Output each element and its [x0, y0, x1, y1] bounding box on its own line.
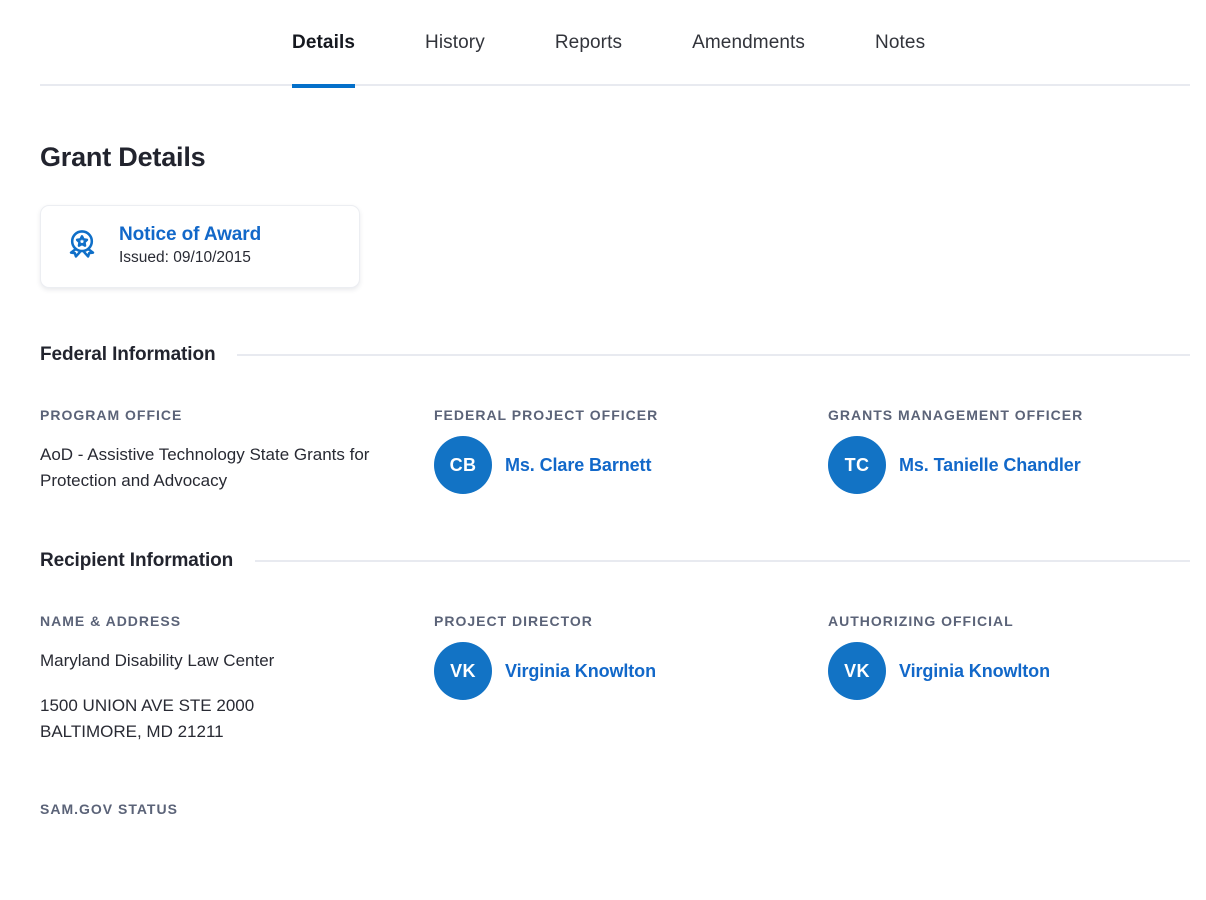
federal-project-officer-field: FEDERAL PROJECT OFFICER CB Ms. Clare Bar… [434, 407, 828, 494]
authorizing-official-name[interactable]: Virginia Knowlton [899, 661, 1050, 682]
federal-project-officer-person[interactable]: CB Ms. Clare Barnett [434, 436, 828, 494]
recipient-information-heading: Recipient Information [40, 550, 234, 571]
authorizing-official-field: AUTHORIZING OFFICIAL VK Virginia Knowlto… [828, 613, 1190, 817]
federal-project-officer-label: FEDERAL PROJECT OFFICER [434, 407, 659, 423]
grant-details-page: Details History Reports Amendments Notes… [0, 0, 1206, 900]
name-address-label: NAME & ADDRESS [40, 613, 182, 629]
award-card-title: Notice of Award [119, 224, 262, 245]
tab-notes-label: Notes [875, 32, 926, 53]
avatar: TC [828, 436, 886, 494]
recipient-org-name: Maryland Disability Law Center [40, 651, 275, 670]
page-title: Grant Details [40, 142, 206, 172]
recipient-information-grid: NAME & ADDRESS Maryland Disability Law C… [40, 613, 1190, 817]
tab-reports-label: Reports [554, 32, 623, 53]
project-director-name[interactable]: Virginia Knowlton [505, 661, 656, 682]
tab-details-label: Details [292, 32, 356, 53]
notice-of-award-card[interactable]: Notice of Award Issued: 09/10/2015 [40, 205, 360, 288]
authorizing-official-person[interactable]: VK Virginia Knowlton [828, 642, 1190, 700]
grants-management-officer-field: GRANTS MANAGEMENT OFFICER TC Ms. Taniell… [828, 407, 1190, 494]
program-office-field: PROGRAM OFFICE AoD - Assistive Technolog… [40, 407, 434, 494]
recipient-information-header: Recipient Information [40, 550, 1190, 572]
avatar: VK [828, 642, 886, 700]
award-card-issued-date: Issued: 09/10/2015 [119, 249, 251, 266]
sam-gov-status-label: SAM.GOV STATUS [40, 801, 178, 817]
recipient-address: 1500 UNION AVE STE 2000 BALTIMORE, MD 21… [40, 693, 434, 745]
section-divider [237, 354, 1190, 356]
tab-notes[interactable]: Notes [875, 0, 925, 86]
tab-amendments[interactable]: Amendments [692, 0, 805, 86]
tab-details[interactable]: Details [292, 0, 356, 88]
tab-bar: Details History Reports Amendments Notes [40, 0, 1190, 88]
tab-amendments-label: Amendments [692, 32, 806, 53]
avatar: CB [434, 436, 492, 494]
tab-reports[interactable]: Reports [555, 0, 622, 86]
program-office-label: PROGRAM OFFICE [40, 407, 183, 423]
federal-project-officer-name[interactable]: Ms. Clare Barnett [505, 455, 651, 476]
federal-information-section: Federal Information PROGRAM OFFICE AoD -… [40, 344, 1190, 494]
recipient-address-city-state-zip: BALTIMORE, MD 21211 [40, 722, 224, 741]
grants-management-officer-name[interactable]: Ms. Tanielle Chandler [899, 455, 1081, 476]
name-address-field: NAME & ADDRESS Maryland Disability Law C… [40, 613, 434, 817]
federal-information-grid: PROGRAM OFFICE AoD - Assistive Technolog… [40, 407, 1190, 494]
tab-history[interactable]: History [425, 0, 485, 86]
section-divider [255, 560, 1190, 562]
grants-management-officer-label: GRANTS MANAGEMENT OFFICER [828, 407, 1084, 423]
program-office-value: AoD - Assistive Technology State Grants … [40, 445, 370, 490]
project-director-person[interactable]: VK Virginia Knowlton [434, 642, 828, 700]
award-ribbon-icon [69, 229, 95, 258]
federal-information-heading: Federal Information [40, 344, 216, 365]
project-director-label: PROJECT DIRECTOR [434, 613, 593, 629]
federal-information-header: Federal Information [40, 344, 1190, 366]
authorizing-official-label: AUTHORIZING OFFICIAL [828, 613, 1014, 629]
recipient-address-street: 1500 UNION AVE STE 2000 [40, 696, 255, 715]
award-card-text: Notice of Award Issued: 09/10/2015 [119, 224, 261, 267]
tab-history-label: History [425, 32, 485, 53]
project-director-field: PROJECT DIRECTOR VK Virginia Knowlton [434, 613, 828, 817]
grants-management-officer-person[interactable]: TC Ms. Tanielle Chandler [828, 436, 1190, 494]
main-content: Grant Details Notice of Award Issued: 09… [0, 142, 1206, 817]
avatar: VK [434, 642, 492, 700]
recipient-information-section: Recipient Information NAME & ADDRESS Mar… [40, 550, 1190, 817]
